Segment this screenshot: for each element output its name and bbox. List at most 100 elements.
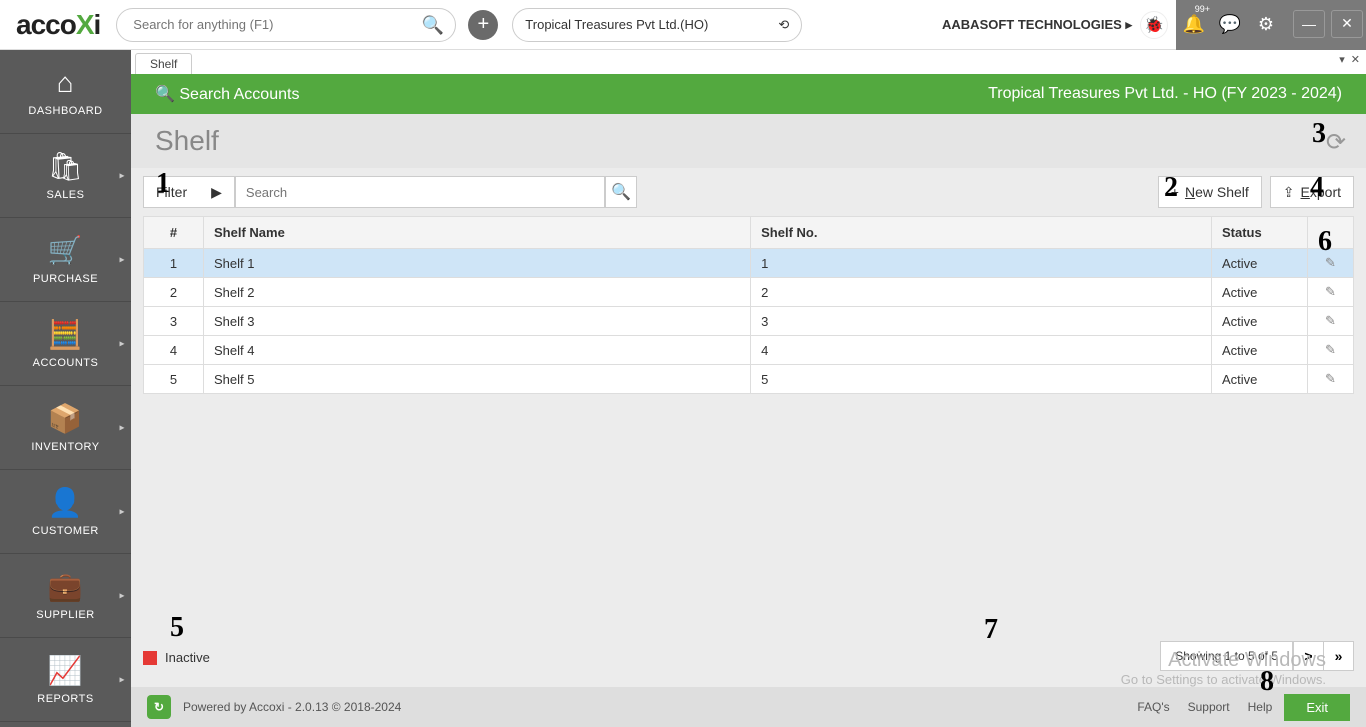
search-icon[interactable]: 🔍 <box>422 15 444 36</box>
chevron-right-icon: ▸ <box>119 674 125 685</box>
table-row[interactable]: 3Shelf 33Active✎ <box>144 307 1354 336</box>
cell-no: 5 <box>751 365 1212 394</box>
filter-button[interactable]: Filter ▶ <box>143 176 235 208</box>
footer-logo: ↻ <box>147 695 171 719</box>
legend-color <box>143 651 157 665</box>
calculator-icon: 🧮 <box>48 318 83 351</box>
sidebar-item-supplier[interactable]: 💼 SUPPLIER ▸ <box>0 554 131 638</box>
faq-link[interactable]: FAQ's <box>1137 700 1169 714</box>
sidebar-item-inventory[interactable]: 📦 INVENTORY ▸ <box>0 386 131 470</box>
global-search[interactable]: 🔍 <box>116 8 456 42</box>
search-input[interactable] <box>236 185 604 200</box>
bag-icon: 🛍 <box>47 150 83 183</box>
sidebar: ⌂ DASHBOARD 🛍 SALES ▸ 🛒 PURCHASE ▸ 🧮 ACC… <box>0 50 131 727</box>
settings-icon[interactable]: ⚙ <box>1248 0 1284 50</box>
page-header: Shelf ⟳ <box>131 114 1366 168</box>
new-shelf-button[interactable]: + New Shelf <box>1158 176 1262 208</box>
table-row[interactable]: 1Shelf 11Active✎ <box>144 249 1354 278</box>
top-tray: 🔔99+ 💬 ⚙ — ✕ <box>1176 0 1366 50</box>
toolbar: Filter ▶ 🔍 + New Shelf ⇪ Export <box>131 168 1366 216</box>
app-indicator[interactable]: 🐞 <box>1140 11 1168 39</box>
search-accounts-button[interactable]: 🔍 Search Accounts <box>155 84 299 104</box>
main-area: Shelf ▾ ✕ 🔍 Search Accounts Tropical Tre… <box>131 50 1366 727</box>
sidebar-item-label: PURCHASE <box>33 273 98 285</box>
org-label[interactable]: AABASOFT TECHNOLOGIES ▸ <box>942 17 1132 33</box>
notifications-icon[interactable]: 🔔99+ <box>1176 0 1212 50</box>
sync-icon[interactable]: ⟲ <box>778 17 789 33</box>
sidebar-item-label: CUSTOMER <box>32 525 99 537</box>
sidebar-item-label: REPORTS <box>37 693 93 705</box>
exit-button[interactable]: Exit <box>1284 694 1350 721</box>
edit-icon[interactable]: ✎ <box>1308 336 1354 365</box>
tab-menu-icon[interactable]: ▾ <box>1339 53 1345 66</box>
app-logo: accoXi <box>8 9 108 41</box>
table-row[interactable]: 2Shelf 22Active✎ <box>144 278 1354 307</box>
chevron-right-icon: ▸ <box>119 590 125 601</box>
cell-no: 1 <box>751 249 1212 278</box>
box-icon: 📦 <box>48 402 83 435</box>
cell-status: Active <box>1212 365 1308 394</box>
edit-icon[interactable]: ✎ <box>1308 278 1354 307</box>
add-button[interactable]: + <box>468 10 498 40</box>
col-name[interactable]: Shelf Name <box>204 217 751 249</box>
export-button[interactable]: ⇪ Export <box>1270 176 1354 208</box>
sidebar-item-reports[interactable]: 📈 REPORTS ▸ <box>0 638 131 722</box>
cell-num: 4 <box>144 336 204 365</box>
minimize-button[interactable]: — <box>1293 10 1325 38</box>
chevron-right-icon: ▸ <box>119 338 125 349</box>
chat-icon[interactable]: 💬 <box>1212 0 1248 50</box>
support-link[interactable]: Support <box>1188 700 1230 714</box>
sidebar-item-label: SUPPLIER <box>36 609 94 621</box>
edit-icon[interactable]: ✎ <box>1308 249 1354 278</box>
cell-status: Active <box>1212 249 1308 278</box>
sidebar-item-label: ACCOUNTS <box>33 357 99 369</box>
edit-icon[interactable]: ✎ <box>1308 365 1354 394</box>
legend-inactive: Inactive <box>143 650 210 665</box>
chevron-right-icon: ▸ <box>119 506 125 517</box>
table-row[interactable]: 5Shelf 55Active✎ <box>144 365 1354 394</box>
cell-no: 4 <box>751 336 1212 365</box>
col-edit <box>1308 217 1354 249</box>
cell-num: 2 <box>144 278 204 307</box>
col-status[interactable]: Status <box>1212 217 1308 249</box>
cell-status: Active <box>1212 278 1308 307</box>
help-link[interactable]: Help <box>1248 700 1273 714</box>
company-selector[interactable]: Tropical Treasures Pvt Ltd.(HO) ⟲ <box>512 8 802 42</box>
col-num[interactable]: # <box>144 217 204 249</box>
sidebar-item-label: INVENTORY <box>31 441 99 453</box>
sidebar-item-purchase[interactable]: 🛒 PURCHASE ▸ <box>0 218 131 302</box>
context-bar: 🔍 Search Accounts Tropical Treasures Pvt… <box>131 74 1366 114</box>
cell-name: Shelf 2 <box>204 278 751 307</box>
play-icon: ▶ <box>211 184 222 201</box>
table-row[interactable]: 4Shelf 44Active✎ <box>144 336 1354 365</box>
tab-shelf[interactable]: Shelf <box>135 53 192 74</box>
sidebar-item-sales[interactable]: 🛍 SALES ▸ <box>0 134 131 218</box>
sidebar-item-label: SALES <box>47 189 85 201</box>
cell-no: 3 <box>751 307 1212 336</box>
pager-last[interactable]: » <box>1323 642 1353 670</box>
page-title: Shelf <box>155 125 219 157</box>
close-button[interactable]: ✕ <box>1331 10 1363 38</box>
context-label: Tropical Treasures Pvt Ltd. - HO (FY 202… <box>988 85 1342 103</box>
search-box[interactable] <box>235 176 605 208</box>
col-no[interactable]: Shelf No. <box>751 217 1212 249</box>
cell-name: Shelf 1 <box>204 249 751 278</box>
sidebar-item-accounts[interactable]: 🧮 ACCOUNTS ▸ <box>0 302 131 386</box>
tab-close-icon[interactable]: ✕ <box>1351 53 1360 66</box>
pager-next[interactable]: > <box>1293 642 1323 670</box>
pager-info: Showing 1 to 5 of 5 <box>1161 642 1293 670</box>
cell-num: 5 <box>144 365 204 394</box>
cell-num: 1 <box>144 249 204 278</box>
refresh-icon[interactable]: ⟳ <box>1326 128 1346 157</box>
sidebar-item-customer[interactable]: 👤 CUSTOMER ▸ <box>0 470 131 554</box>
plus-icon: + <box>1171 184 1179 200</box>
chart-icon: 📈 <box>48 654 83 687</box>
top-bar: accoXi 🔍 + Tropical Treasures Pvt Ltd.(H… <box>0 0 1366 50</box>
search-button[interactable]: 🔍 <box>605 176 637 208</box>
sidebar-item-dashboard[interactable]: ⌂ DASHBOARD <box>0 50 131 134</box>
cell-name: Shelf 5 <box>204 365 751 394</box>
global-search-input[interactable] <box>116 8 456 42</box>
edit-icon[interactable]: ✎ <box>1308 307 1354 336</box>
cell-status: Active <box>1212 336 1308 365</box>
cell-name: Shelf 3 <box>204 307 751 336</box>
